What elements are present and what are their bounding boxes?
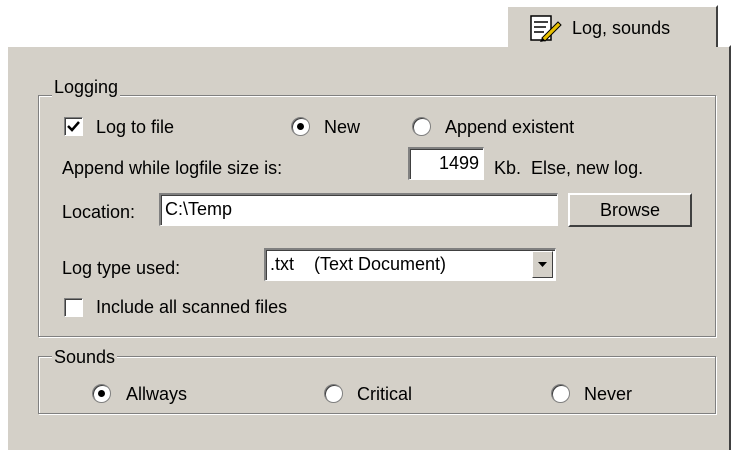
checkmark-icon	[67, 121, 80, 132]
chevron-down-icon	[538, 262, 547, 267]
sound-allways-radio[interactable]	[92, 384, 111, 403]
sounds-legend: Sounds	[52, 347, 118, 367]
sound-critical-radio[interactable]	[324, 384, 343, 403]
sound-never-radio[interactable]	[551, 384, 570, 403]
sound-allways-label: Allways	[126, 384, 188, 404]
log-type-dropdown-button[interactable]	[532, 251, 553, 278]
tab-label: Log, sounds	[572, 18, 671, 38]
mode-new-label: New	[324, 117, 361, 137]
radio-dot	[98, 390, 105, 397]
browse-button[interactable]: Browse	[568, 193, 692, 227]
mode-new-radio[interactable]	[291, 117, 310, 136]
location-input[interactable]: C:\Temp	[159, 193, 558, 226]
log-to-file-checkbox[interactable]	[64, 117, 83, 136]
location-label: Location:	[62, 202, 136, 222]
include-all-label: Include all scanned files	[96, 297, 288, 317]
mode-append-label: Append existent	[445, 117, 575, 137]
append-size-label: Append while logfile size is:	[62, 158, 283, 178]
sound-critical-label: Critical	[357, 384, 413, 404]
sound-never-label: Never	[584, 384, 633, 404]
include-all-checkbox[interactable]	[64, 298, 83, 317]
logging-legend: Logging	[52, 77, 121, 97]
mode-append-radio[interactable]	[412, 117, 431, 136]
log-to-file-label: Log to file	[96, 117, 175, 137]
log-type-label: Log type used:	[62, 258, 181, 278]
radio-dot	[297, 123, 304, 130]
log-type-select[interactable]: .txt (Text Document)	[264, 248, 556, 281]
append-size-suffix: Kb. Else, new log.	[494, 158, 644, 178]
log-type-value: .txt (Text Document)	[270, 254, 447, 274]
append-size-input[interactable]: 1499	[408, 147, 484, 180]
notepad-pencil-icon	[528, 13, 562, 43]
